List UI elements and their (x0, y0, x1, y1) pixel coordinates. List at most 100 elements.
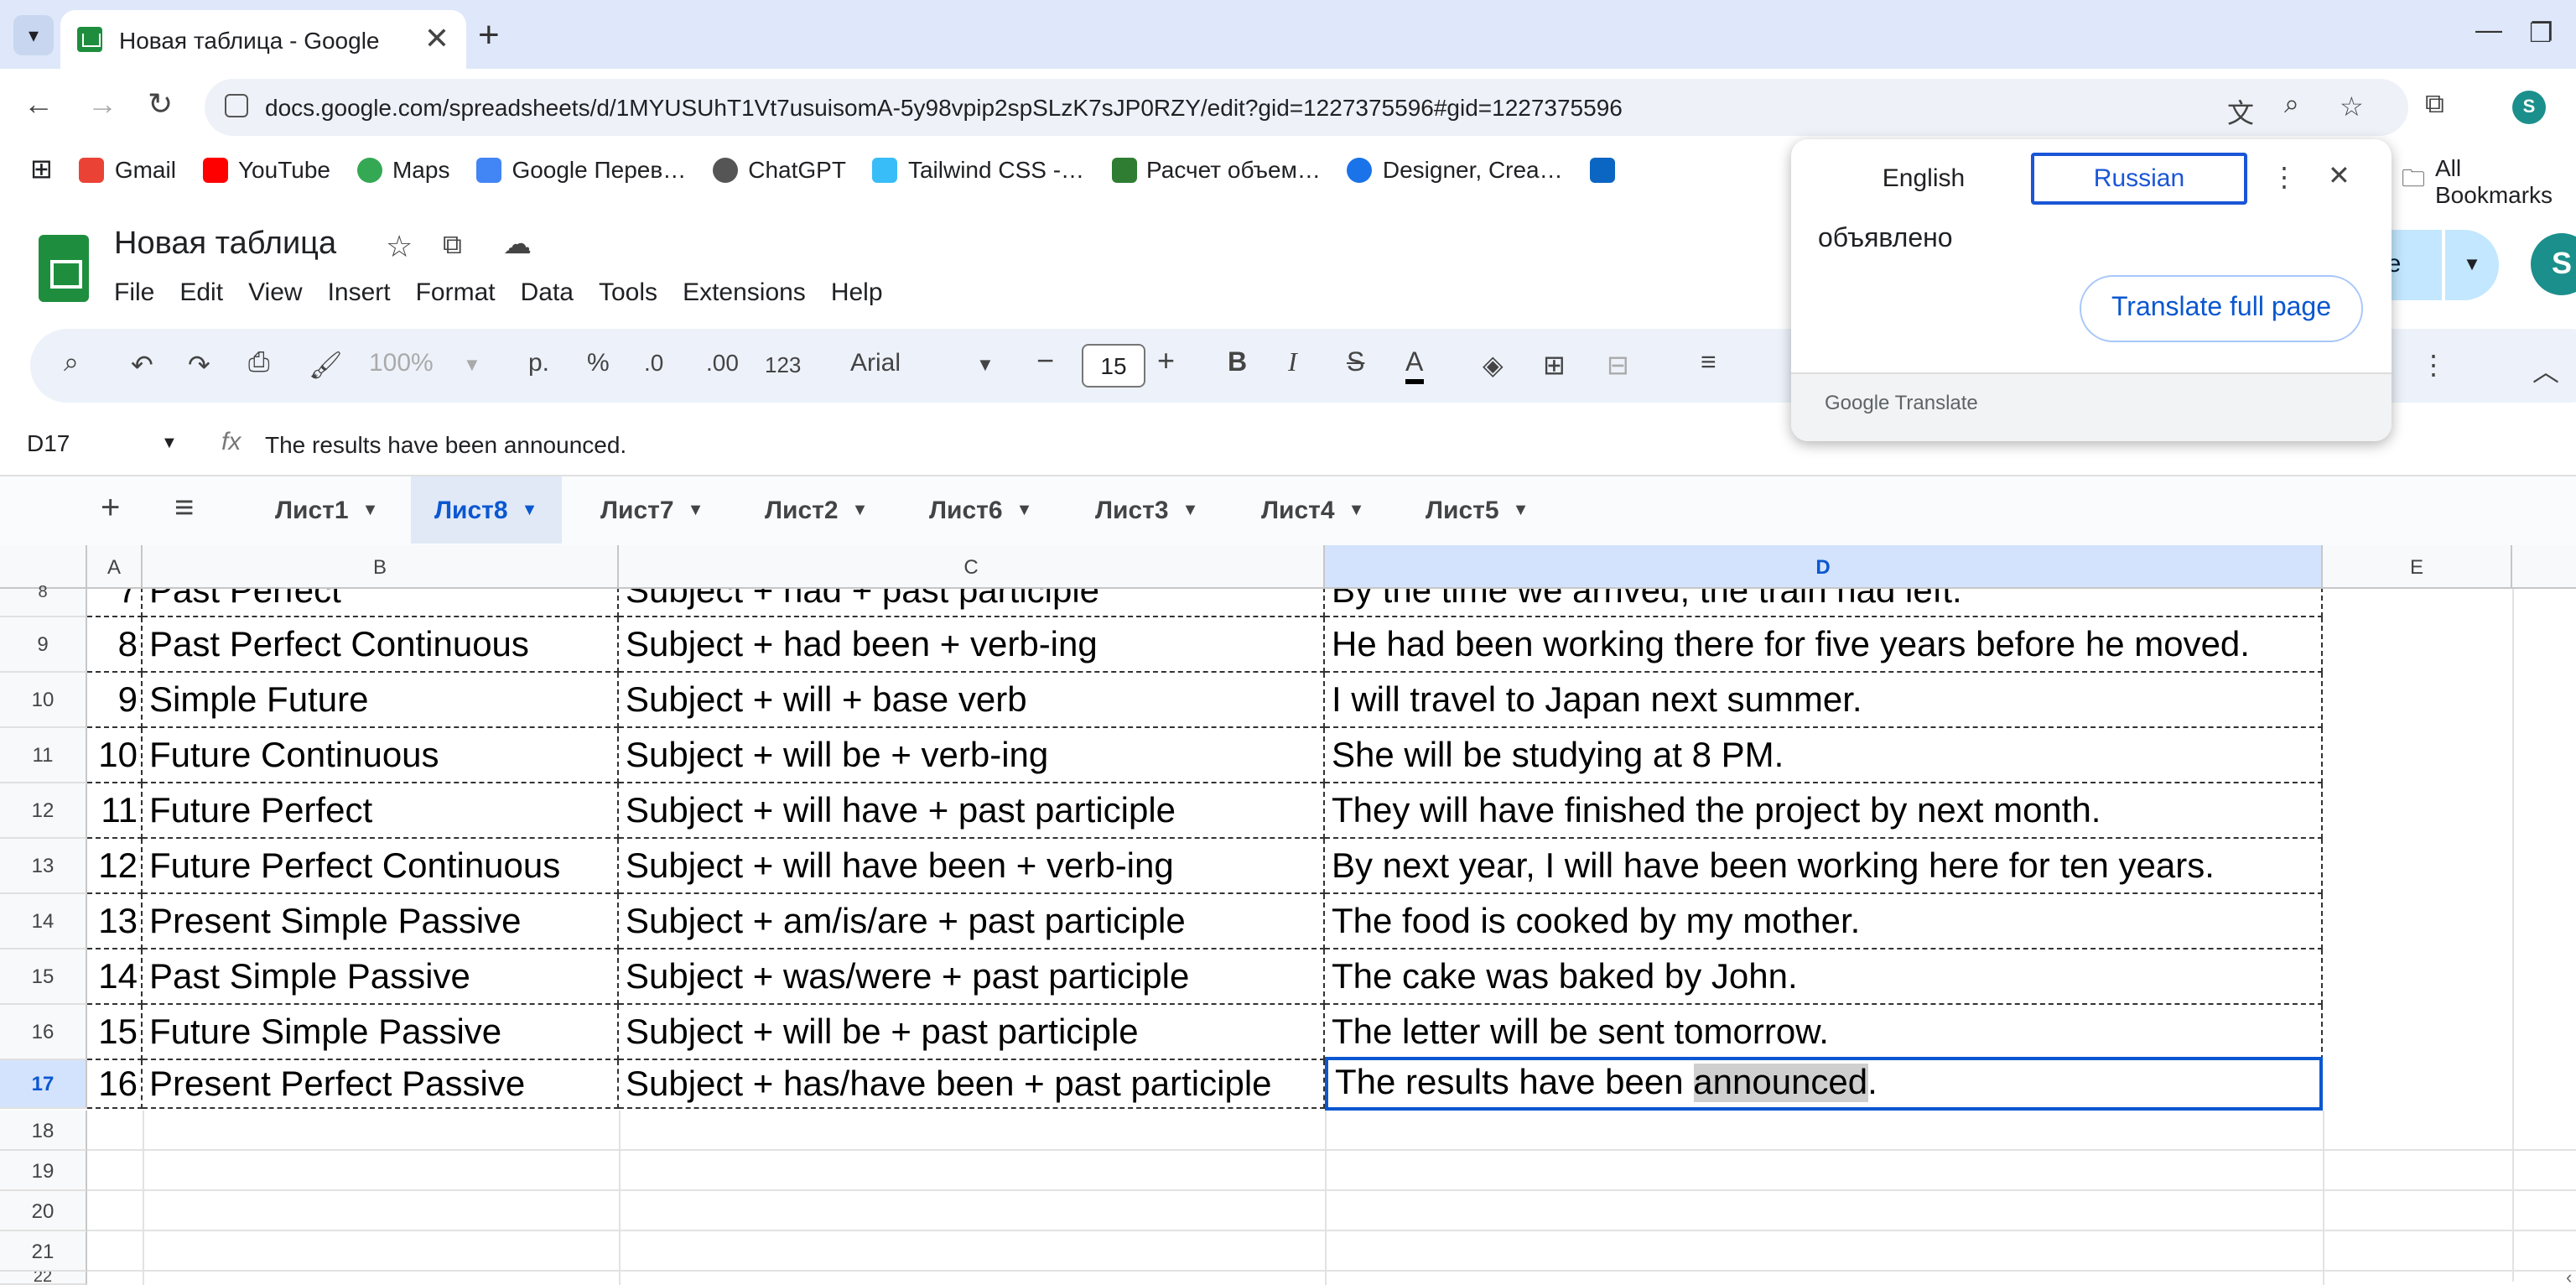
cell-number[interactable]: 15 (87, 1005, 143, 1060)
menu-insert[interactable]: Insert (328, 278, 391, 307)
minimize-icon[interactable]: — (2475, 17, 2502, 47)
font-select[interactable]: Arial (850, 349, 901, 377)
document-title[interactable]: Новая таблица (114, 226, 336, 263)
cell-tense[interactable]: Past Perfect Continuous (143, 617, 619, 673)
profile-avatar[interactable]: S (2512, 91, 2546, 124)
cell-example[interactable]: The food is cooked by my mother. (1325, 894, 2323, 949)
fill-color-icon[interactable]: ◈ (1483, 349, 1504, 382)
borders-icon[interactable]: ⊞ (1543, 349, 1566, 382)
tab-search-button[interactable]: ▾ (13, 15, 54, 55)
increase-font-size-icon[interactable]: + (1157, 344, 1175, 379)
site-info-icon[interactable] (225, 94, 248, 117)
row-header[interactable]: 13 (0, 839, 87, 894)
menu-tools[interactable]: Tools (599, 278, 657, 307)
bookmark-maps[interactable]: Maps (356, 156, 449, 183)
sheet-tab-active[interactable]: Лист8 ▼ (411, 476, 562, 544)
translate-options-icon[interactable]: ⋮ (2271, 161, 2298, 195)
column-header-e[interactable]: E (2323, 545, 2512, 589)
number-format-button[interactable]: 123 (765, 352, 801, 377)
italic-icon[interactable]: I (1288, 349, 1297, 379)
reload-icon[interactable]: ↻ (148, 87, 173, 122)
cell-tense[interactable]: Future Continuous (143, 728, 619, 783)
restore-icon[interactable]: ❐ (2529, 17, 2553, 50)
cell-tense[interactable]: Simple Future (143, 673, 619, 728)
sheet-tab[interactable]: Лист7 ▼ (577, 476, 727, 544)
cell-formula[interactable]: Subject + has/have been + past participl… (619, 1060, 1325, 1109)
row-header[interactable]: 9 (0, 617, 87, 673)
cell-formula[interactable]: Subject + will be + past participle (619, 1005, 1325, 1060)
cloud-status-icon[interactable]: ☁ (503, 228, 532, 262)
apps-icon[interactable]: ⊞ (30, 153, 53, 186)
cell-number[interactable]: 13 (87, 894, 143, 949)
column-header-f[interactable]: F (2512, 545, 2576, 589)
cell-number[interactable]: 10 (87, 728, 143, 783)
bookmark-youtube[interactable]: YouTube (202, 156, 330, 183)
menu-format[interactable]: Format (416, 278, 496, 307)
bookmark-gmail[interactable]: Gmail (79, 156, 176, 183)
scroll-left-icon[interactable]: ‹ (2566, 1268, 2572, 1285)
zoom-dropdown-icon[interactable]: ▼ (463, 356, 481, 376)
cell-number[interactable]: 16 (87, 1060, 143, 1109)
back-icon[interactable]: ← (23, 87, 54, 122)
column-header-c[interactable]: C (619, 545, 1325, 589)
percent-format-button[interactable]: % (587, 349, 610, 377)
name-box[interactable]: D17 (27, 429, 70, 456)
bookmark-linkedin[interactable] (1589, 157, 1625, 182)
horizontal-align-icon[interactable]: ≡ (1701, 349, 1716, 379)
merge-cells-icon[interactable]: ⊟ (1607, 349, 1629, 382)
bold-icon[interactable]: B (1228, 349, 1247, 379)
formula-input[interactable]: The results have been announced. (265, 431, 626, 458)
column-header-b[interactable]: B (143, 545, 619, 589)
move-folder-icon[interactable]: ⧉ (443, 232, 462, 262)
row-header[interactable]: 14 (0, 894, 87, 949)
share-dropdown-icon[interactable]: ▼ (2445, 230, 2499, 300)
cell-example[interactable]: She will be studying at 8 PM. (1325, 728, 2323, 783)
sheet-tab[interactable]: Лист4 ▼ (1238, 476, 1388, 544)
zoom-icon[interactable]: ⌕ (2284, 91, 2299, 121)
undo-icon[interactable]: ↶ (131, 349, 153, 382)
cell-example[interactable]: He had been working there for five years… (1325, 617, 2323, 673)
cell-example[interactable]: The cake was baked by John. (1325, 949, 2323, 1005)
all-bookmarks[interactable]: 🗀 All Bookmarks (2402, 154, 2576, 208)
cell-example[interactable]: By next year, I will have been working h… (1325, 839, 2323, 894)
menu-view[interactable]: View (248, 278, 303, 307)
row-header[interactable]: 21 (0, 1231, 87, 1272)
font-dropdown-icon[interactable]: ▼ (976, 356, 995, 376)
bookmark-google-translate[interactable]: Google Перев… (476, 156, 686, 183)
row-header[interactable]: 12 (0, 783, 87, 839)
source-language-tab[interactable]: English (1818, 153, 2029, 205)
row-header[interactable]: 18 (0, 1111, 87, 1151)
decrease-decimal-button[interactable]: .0 (644, 349, 663, 376)
more-toolbar-icon[interactable]: ⋮ (2420, 349, 2447, 382)
menu-edit[interactable]: Edit (179, 278, 223, 307)
target-language-tab[interactable]: Russian (2031, 153, 2247, 205)
cell-formula[interactable]: Subject + will + base verb (619, 673, 1325, 728)
cell-number[interactable]: 11 (87, 783, 143, 839)
bookmark-designer[interactable]: Designer, Crea… (1347, 156, 1563, 183)
cell-formula[interactable]: Subject + had been + verb-ing (619, 617, 1325, 673)
sheet-tab[interactable]: Лист2 ▼ (741, 476, 891, 544)
cell-number[interactable]: 7 (87, 589, 143, 617)
cell-tense[interactable]: Past Simple Passive (143, 949, 619, 1005)
font-size-input[interactable]: 15 (1082, 344, 1145, 388)
menu-data[interactable]: Data (521, 278, 574, 307)
cell-formula[interactable]: Subject + was/were + past participle (619, 949, 1325, 1005)
row-header[interactable]: 22 (0, 1272, 87, 1285)
cell-formula[interactable]: Subject + will have been + verb-ing (619, 839, 1325, 894)
cell-example[interactable]: I will travel to Japan next summer. (1325, 673, 2323, 728)
zoom-select[interactable]: 100% (369, 349, 434, 377)
cell-number[interactable]: 8 (87, 617, 143, 673)
search-menus-icon[interactable]: ⌕ (64, 349, 79, 379)
cell-tense[interactable]: Future Perfect Continuous (143, 839, 619, 894)
add-sheet-icon[interactable]: + (101, 490, 120, 528)
select-all-corner[interactable] (0, 545, 87, 589)
selected-word[interactable]: announced (1693, 1064, 1868, 1102)
cell-formula[interactable]: Subject + will be + verb-ing (619, 728, 1325, 783)
translate-icon[interactable]: 文 (2227, 91, 2254, 131)
browser-tab[interactable]: Новая таблица - Google ✕ (60, 10, 466, 69)
currency-format-button[interactable]: р. (528, 349, 549, 377)
cell-example[interactable]: By the time we arrived, the train had le… (1325, 589, 2323, 617)
active-cell-d17[interactable]: The results have been announced. (1325, 1057, 2323, 1111)
sheet-tab[interactable]: Лист1 ▼ (252, 476, 402, 544)
cell-number[interactable]: 12 (87, 839, 143, 894)
